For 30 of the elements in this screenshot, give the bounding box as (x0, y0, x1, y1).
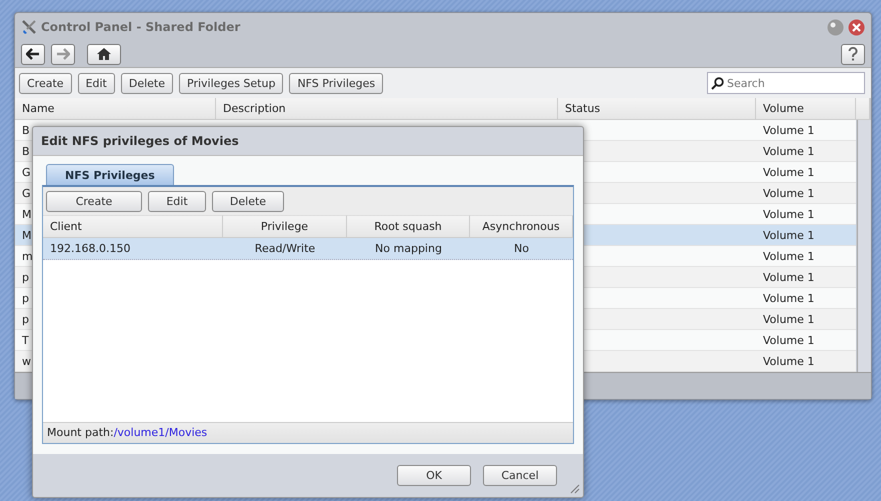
table-cell-text: p (22, 270, 29, 286)
table-cell-text: Volume 1 (763, 312, 814, 328)
table-cell-text: T (22, 333, 29, 349)
mount-path-label: Mount path: (47, 425, 114, 441)
table-cell-text: p (22, 291, 29, 307)
table-cell-text: Volume 1 (763, 207, 814, 223)
table-cell-text: Volume 1 (763, 291, 814, 307)
table-cell-text: Volume 1 (763, 354, 814, 370)
table-cell-text: Volume 1 (763, 165, 814, 181)
table-cell-text: Volume 1 (763, 123, 814, 139)
table-cell-text: M (22, 207, 32, 223)
table-cell-text: G (22, 186, 31, 202)
table-cell-text: No mapping (374, 241, 443, 257)
table-cell-text: B (22, 123, 30, 139)
table-cell-text: Volume 1 (763, 144, 814, 160)
table-cell-text: No (513, 241, 530, 257)
table-cell-text: M (22, 228, 32, 244)
table-cell-text: Volume 1 (763, 270, 814, 286)
table-cell-text: G (22, 165, 31, 181)
table-cell-text: Volume 1 (763, 186, 814, 202)
table-cell-text: Volume 1 (763, 228, 814, 244)
table-cell-text: Volume 1 (763, 249, 814, 265)
table-cell-text: m (22, 249, 33, 265)
table-cell-text: 192.168.0.150 (49, 241, 132, 257)
table-cell-text: Volume 1 (763, 333, 814, 349)
table-cell-text: B (22, 144, 30, 160)
table-cell-text: Read/Write (254, 241, 316, 257)
table-cell-text: p (22, 312, 29, 328)
table-cell-text: w (22, 354, 31, 370)
window-title: Control Panel - Shared Folder (41, 20, 242, 34)
